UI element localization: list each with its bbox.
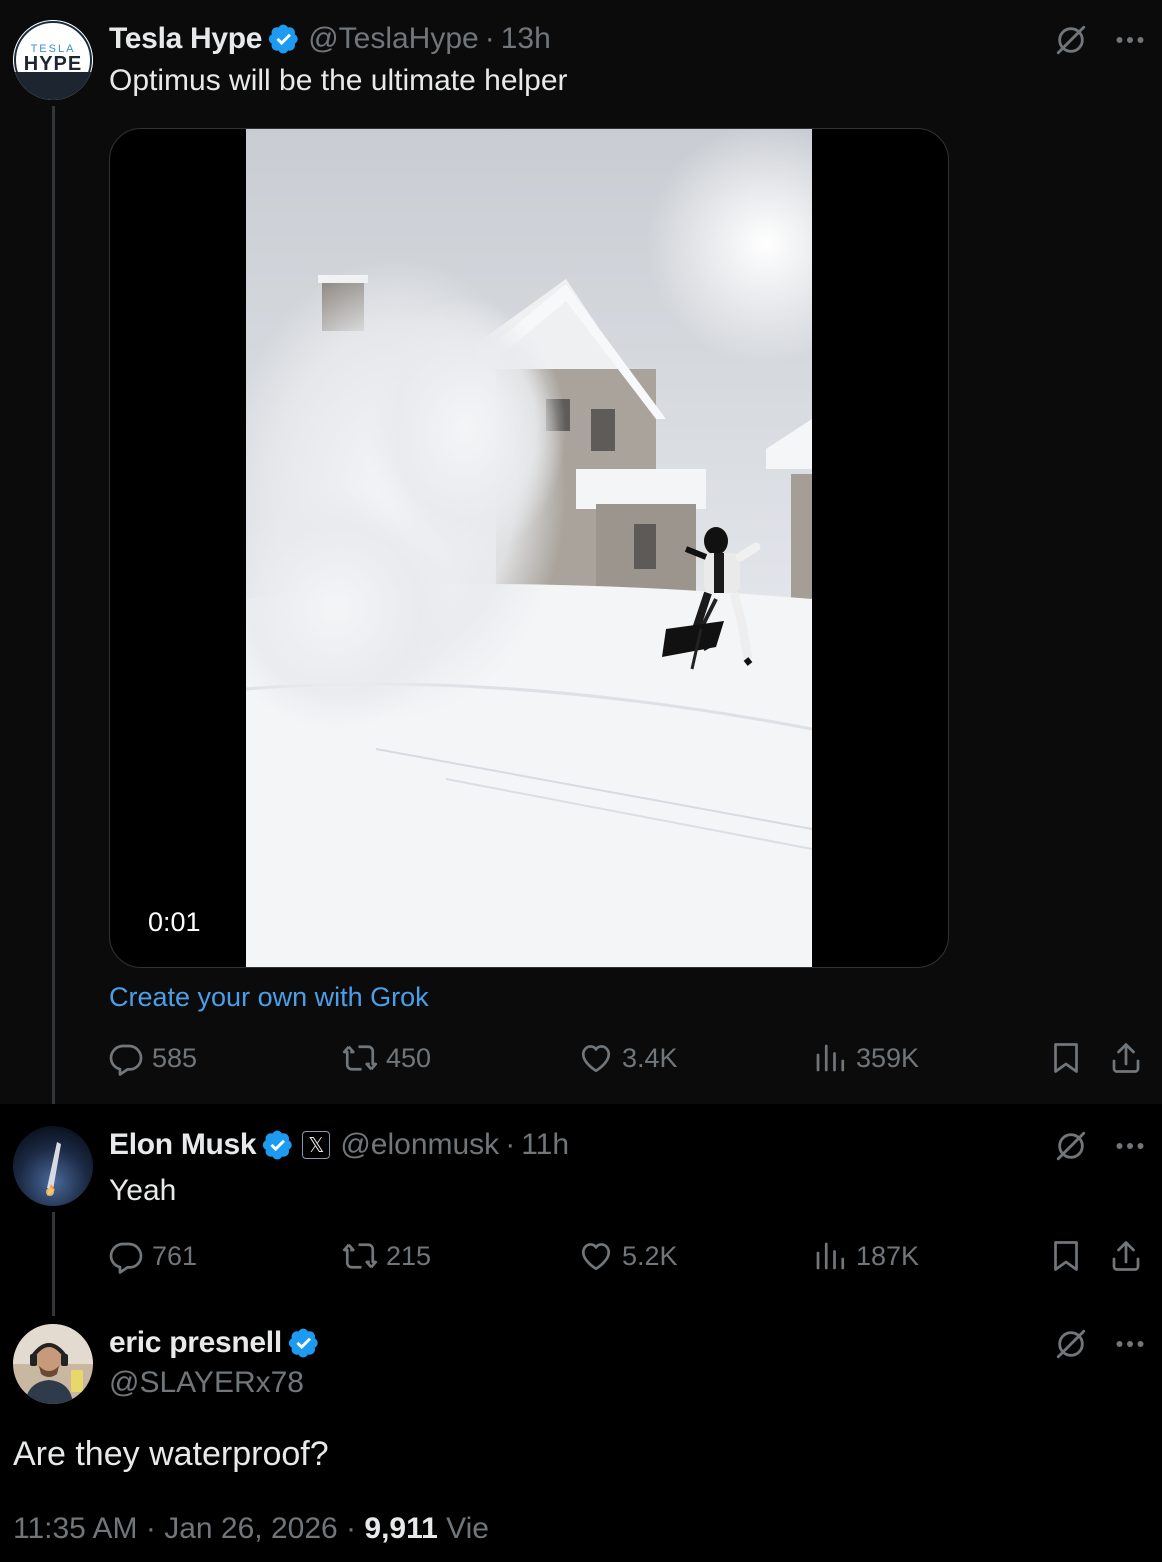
repost-count: 215 (386, 1240, 432, 1271)
tweet-actions: 761 215 5.2K 187K (108, 1238, 1148, 1278)
tweet-text: Yeah (109, 1174, 177, 1207)
repost-icon (342, 1040, 378, 1076)
reply-icon (108, 1040, 144, 1076)
display-name[interactable]: Tesla Hype (109, 22, 262, 56)
view-count: 359K (856, 1042, 920, 1073)
avatar[interactable] (13, 1126, 93, 1206)
repost-button[interactable]: 450 (342, 1040, 431, 1076)
thread-line (52, 1212, 55, 1316)
reply-button[interactable]: 761 (108, 1238, 197, 1274)
avatar[interactable]: TESLA HYPE (13, 20, 93, 100)
thread-line (52, 106, 55, 1104)
like-button[interactable]: 3.4K (578, 1040, 678, 1076)
handle[interactable]: @SLAYERx78 (109, 1366, 304, 1400)
reply-icon (108, 1238, 144, 1274)
more-dots-icon[interactable] (1112, 1326, 1148, 1362)
total-views: 9,911 (364, 1512, 438, 1545)
heart-icon (578, 1238, 614, 1274)
more-dots-icon[interactable] (1112, 1128, 1148, 1164)
repost-button[interactable]: 215 (342, 1238, 431, 1274)
view-count: 187K (856, 1240, 920, 1271)
bookmark-icon (1048, 1238, 1084, 1274)
posted-time[interactable]: 11:35 AM (13, 1512, 138, 1545)
grok-icon[interactable] (1054, 23, 1088, 57)
grok-icon[interactable] (1054, 1129, 1088, 1163)
post-metadata: 11:35 AM · Jan 26, 2026 · 9,911 Vie (13, 1512, 489, 1546)
user-photo-avatar (13, 1324, 93, 1404)
tweet-text: Optimus will be the ultimate helper (109, 64, 568, 97)
like-count: 5.2K (622, 1240, 678, 1271)
x-affiliate-badge-icon[interactable]: 𝕏 (302, 1131, 331, 1159)
like-button[interactable]: 5.2K (578, 1238, 678, 1274)
snow-scene-image (246, 129, 812, 967)
share-button[interactable] (1108, 1238, 1152, 1274)
video-timestamp: 0:01 (140, 905, 209, 940)
repost-count: 450 (386, 1042, 432, 1073)
video-frame (246, 129, 812, 967)
reply-count: 761 (152, 1240, 198, 1271)
views-button[interactable]: 359K (812, 1040, 919, 1076)
display-name[interactable]: Elon Musk (109, 1128, 257, 1162)
tweet-text: Are they waterproof? (13, 1435, 329, 1473)
post-time[interactable]: 11h (521, 1128, 569, 1162)
verified-badge-icon[interactable] (288, 1327, 320, 1359)
separator: · (145, 1512, 156, 1545)
tweet-tesla-hype[interactable]: TESLA HYPE Tesla Hype @TeslaHype · 13h O… (0, 0, 1162, 1104)
like-count: 3.4K (622, 1042, 678, 1073)
rocket-avatar-image (13, 1126, 93, 1206)
share-button[interactable] (1108, 1040, 1152, 1076)
post-time[interactable]: 13h (501, 22, 551, 56)
handle[interactable]: @TeslaHype (308, 22, 479, 56)
reply-button[interactable]: 585 (108, 1040, 197, 1076)
reply-count: 585 (152, 1042, 198, 1073)
handle[interactable]: @elonmusk (340, 1128, 499, 1162)
create-with-grok-link[interactable]: Create your own with Grok (109, 982, 429, 1013)
heart-icon (578, 1040, 614, 1076)
views-button[interactable]: 187K (812, 1238, 919, 1274)
bookmark-button[interactable] (1048, 1238, 1092, 1274)
separator: · (346, 1512, 357, 1545)
views-chart-icon (812, 1040, 848, 1076)
repost-icon (342, 1238, 378, 1274)
tweet-actions: 585 450 3.4K 359K (108, 1040, 1148, 1080)
video-player[interactable]: 0:01 (109, 128, 949, 968)
separator: · (484, 22, 495, 55)
views-label: Vie (446, 1512, 489, 1545)
share-icon (1108, 1238, 1144, 1274)
verified-badge-icon[interactable] (268, 23, 300, 55)
display-name[interactable]: eric presnell (109, 1326, 282, 1360)
share-icon (1108, 1040, 1144, 1076)
more-dots-icon[interactable] (1112, 22, 1148, 58)
tesla-hype-logo: TESLA HYPE (13, 20, 93, 100)
avatar[interactable] (13, 1324, 93, 1404)
grok-icon[interactable] (1054, 1327, 1088, 1361)
separator: · (505, 1128, 516, 1161)
posted-date[interactable]: Jan 26, 2026 (164, 1512, 337, 1545)
views-chart-icon (812, 1238, 848, 1274)
bookmark-icon (1048, 1040, 1084, 1076)
bookmark-button[interactable] (1048, 1040, 1092, 1076)
svg-text:HYPE: HYPE (24, 53, 82, 75)
verified-badge-icon[interactable] (262, 1129, 294, 1161)
